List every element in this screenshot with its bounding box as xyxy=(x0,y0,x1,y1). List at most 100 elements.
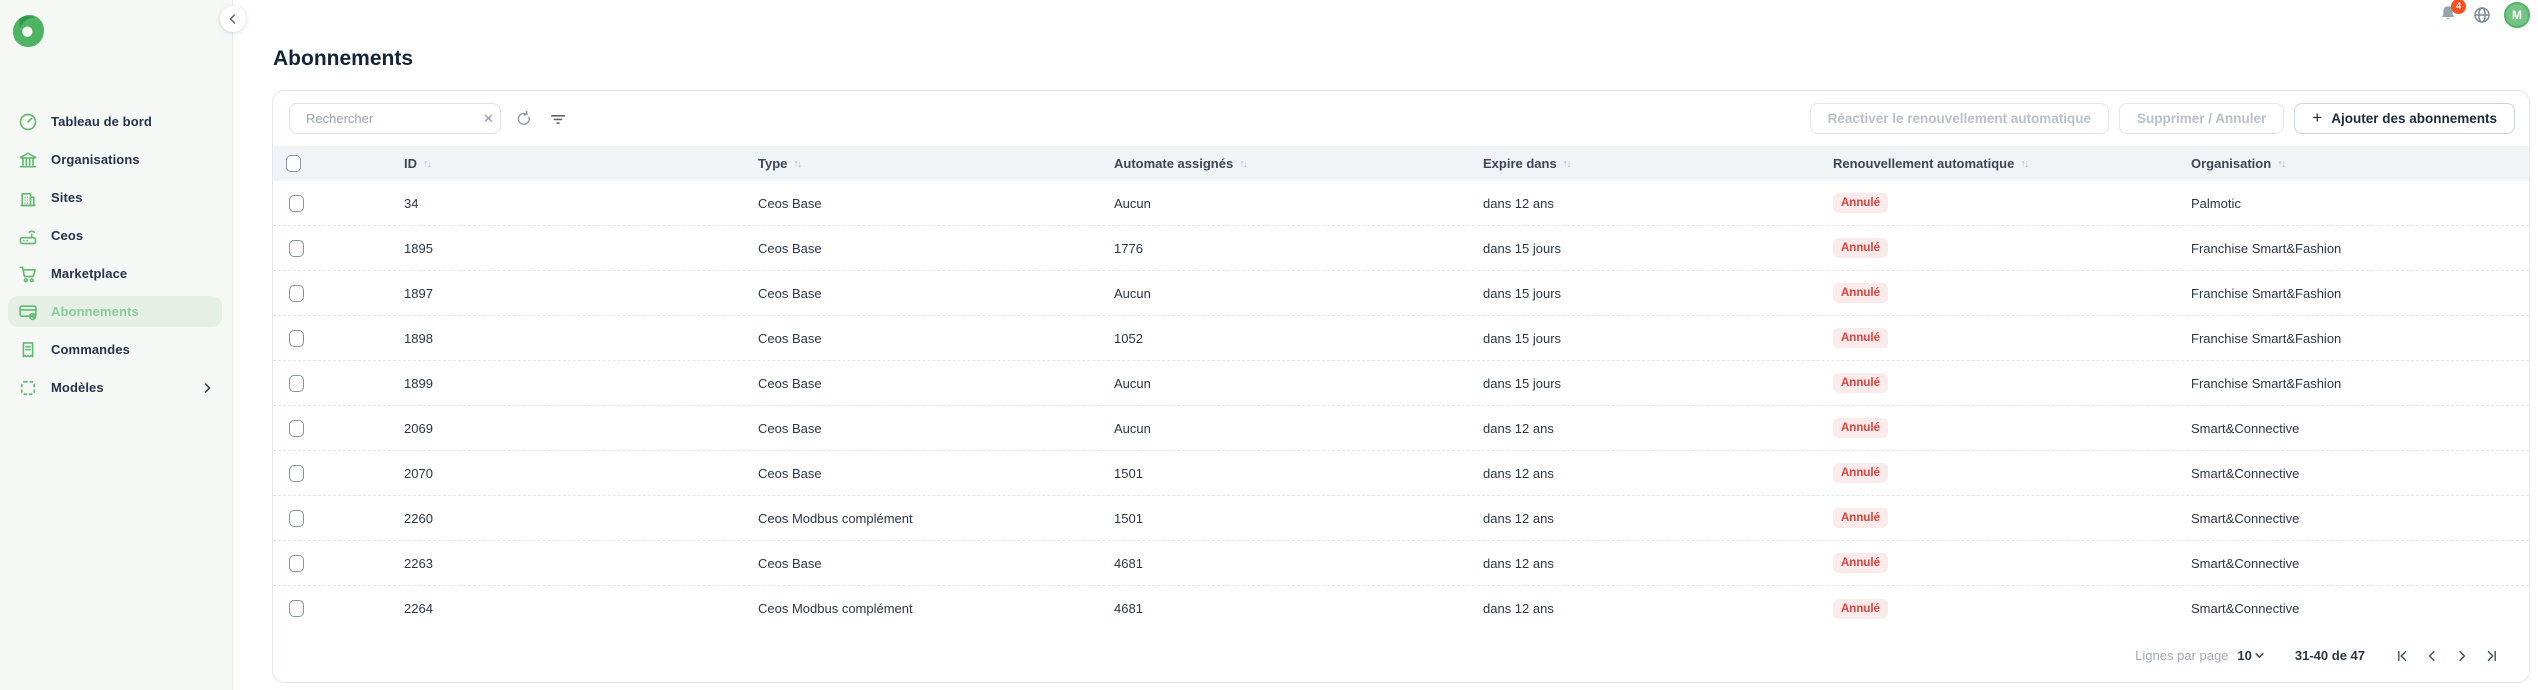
column-header-type[interactable]: Type ↑↓ xyxy=(742,156,1098,171)
table-row[interactable]: 2263 Ceos Base 4681 dans 12 ans Annulé S… xyxy=(273,541,2529,586)
cell-expire: dans 15 jours xyxy=(1467,331,1817,346)
table-row[interactable]: 1899 Ceos Base Aucun dans 15 jours Annul… xyxy=(273,361,2529,406)
status-badge: Annulé xyxy=(1833,193,1888,213)
sort-icon[interactable]: ↑↓ xyxy=(793,158,800,170)
sidebar-item-commandes[interactable]: Commandes xyxy=(8,334,222,365)
sidebar-item-abonnements[interactable]: Abonnements xyxy=(8,296,222,327)
delete-cancel-button[interactable]: Supprimer / Annuler xyxy=(2119,103,2284,134)
filter-icon xyxy=(549,110,567,128)
table-row[interactable]: 2264 Ceos Modbus complément 4681 dans 12… xyxy=(273,586,2529,631)
status-badge: Annulé xyxy=(1833,463,1888,483)
table-row[interactable]: 1898 Ceos Base 1052 dans 15 jours Annulé… xyxy=(273,316,2529,361)
table-row[interactable]: 2070 Ceos Base 1501 dans 12 ans Annulé S… xyxy=(273,451,2529,496)
cell-renouvellement: Annulé xyxy=(1817,238,2175,258)
column-header-id[interactable]: ID ↑↓ xyxy=(388,156,742,171)
cell-organisation: Franchise Smart&Fashion xyxy=(2175,376,2529,391)
cell-automate: 4681 xyxy=(1098,601,1467,616)
sort-icon[interactable]: ↑↓ xyxy=(1563,158,1570,170)
row-checkbox-cell xyxy=(273,330,388,347)
row-checkbox-cell xyxy=(273,510,388,527)
table-row[interactable]: 2260 Ceos Modbus complément 1501 dans 12… xyxy=(273,496,2529,541)
subscription-card-icon xyxy=(18,302,38,322)
chevron-left-icon xyxy=(2424,648,2440,664)
cell-id: 1897 xyxy=(388,286,742,301)
status-badge: Annulé xyxy=(1833,238,1888,258)
sidebar-collapse-button[interactable] xyxy=(220,6,246,32)
cell-id: 1899 xyxy=(388,376,742,391)
column-header-renouvellement[interactable]: Renouvellement automatique ↑↓ xyxy=(1817,156,2175,171)
row-checkbox-cell xyxy=(273,465,388,482)
cell-id: 2260 xyxy=(388,511,742,526)
clear-search-icon[interactable]: ✕ xyxy=(482,111,495,127)
column-header-automate[interactable]: Automate assignés ↑↓ xyxy=(1098,156,1467,171)
last-page-button[interactable] xyxy=(2477,643,2507,669)
previous-page-button[interactable] xyxy=(2417,643,2447,669)
status-badge: Annulé xyxy=(1833,553,1888,573)
sidebar-item-tableau-de-bord[interactable]: Tableau de bord xyxy=(8,106,222,137)
filter-button[interactable] xyxy=(549,109,569,129)
sort-icon[interactable]: ↑↓ xyxy=(1239,158,1246,170)
row-checkbox-cell xyxy=(273,600,388,617)
user-avatar[interactable]: M xyxy=(2504,2,2530,28)
next-page-button[interactable] xyxy=(2447,643,2477,669)
sidebar-item-ceos[interactable]: Ceos xyxy=(8,220,222,251)
sidebar-item-label: Sites xyxy=(51,190,83,205)
row-checkbox[interactable] xyxy=(289,195,304,212)
row-checkbox[interactable] xyxy=(289,465,304,482)
dashboard-icon xyxy=(18,112,38,132)
sidebar-item-sites[interactable]: Sites xyxy=(8,182,222,213)
cell-type: Ceos Base xyxy=(742,421,1098,436)
row-checkbox[interactable] xyxy=(289,285,304,302)
pager xyxy=(2387,643,2507,669)
row-checkbox[interactable] xyxy=(289,240,304,257)
row-checkbox[interactable] xyxy=(289,420,304,437)
cell-automate: 1776 xyxy=(1098,241,1467,256)
cell-expire: dans 12 ans xyxy=(1467,466,1817,481)
add-subscriptions-button[interactable]: + Ajouter des abonnements xyxy=(2294,103,2515,134)
status-badge: Annulé xyxy=(1833,599,1888,619)
template-icon xyxy=(18,378,38,398)
status-badge: Annulé xyxy=(1833,508,1888,528)
column-header-expire[interactable]: Expire dans ↑↓ xyxy=(1467,156,1817,171)
globe-icon xyxy=(2472,5,2492,25)
row-checkbox-cell xyxy=(273,240,388,257)
row-checkbox[interactable] xyxy=(289,600,304,617)
cell-automate: 4681 xyxy=(1098,556,1467,571)
table-row[interactable]: 34 Ceos Base Aucun dans 12 ans Annulé Pa… xyxy=(273,181,2529,226)
cell-id: 2069 xyxy=(388,421,742,436)
first-page-button[interactable] xyxy=(2387,643,2417,669)
sort-icon[interactable]: ↑↓ xyxy=(2020,158,2027,170)
table-footer: Lignes par page 10 31-40 de 47 xyxy=(273,629,2529,682)
cell-organisation: Smart&Connective xyxy=(2175,421,2529,436)
row-checkbox[interactable] xyxy=(289,555,304,572)
table-row[interactable]: 2069 Ceos Base Aucun dans 12 ans Annulé … xyxy=(273,406,2529,451)
sidebar-item-marketplace[interactable]: Marketplace xyxy=(8,258,222,289)
chevron-down-icon xyxy=(2254,650,2265,661)
row-checkbox[interactable] xyxy=(289,510,304,527)
plus-icon: + xyxy=(2312,109,2322,126)
rows-per-page-select[interactable]: 10 xyxy=(2237,648,2264,663)
cell-expire: dans 15 jours xyxy=(1467,376,1817,391)
row-checkbox-cell xyxy=(273,555,388,572)
search-input[interactable] xyxy=(306,111,482,126)
toolbar-buttons: Réactiver le renouvellement automatique … xyxy=(1810,103,2515,134)
status-badge: Annulé xyxy=(1833,328,1888,348)
row-checkbox[interactable] xyxy=(289,330,304,347)
notifications-button[interactable]: 4 xyxy=(2438,3,2460,27)
select-all-checkbox[interactable] xyxy=(286,155,301,172)
sidebar-item-organisations[interactable]: Organisations xyxy=(8,144,222,175)
cell-expire: dans 12 ans xyxy=(1467,421,1817,436)
search-box: ✕ xyxy=(289,103,501,134)
table-row[interactable]: 1895 Ceos Base 1776 dans 15 jours Annulé… xyxy=(273,226,2529,271)
table-row[interactable]: 1897 Ceos Base Aucun dans 15 jours Annul… xyxy=(273,271,2529,316)
refresh-button[interactable] xyxy=(515,109,535,129)
row-checkbox[interactable] xyxy=(289,375,304,392)
language-button[interactable] xyxy=(2472,5,2492,25)
sort-icon[interactable]: ↑↓ xyxy=(2277,158,2284,170)
sort-icon[interactable]: ↑↓ xyxy=(423,158,430,170)
sidebar-item-modeles[interactable]: Modèles xyxy=(8,372,222,403)
reactivate-renewal-button[interactable]: Réactiver le renouvellement automatique xyxy=(1810,103,2109,134)
column-header-organisation[interactable]: Organisation ↑↓ xyxy=(2175,156,2529,171)
sidebar-item-label: Commandes xyxy=(51,342,130,357)
cell-id: 2263 xyxy=(388,556,742,571)
